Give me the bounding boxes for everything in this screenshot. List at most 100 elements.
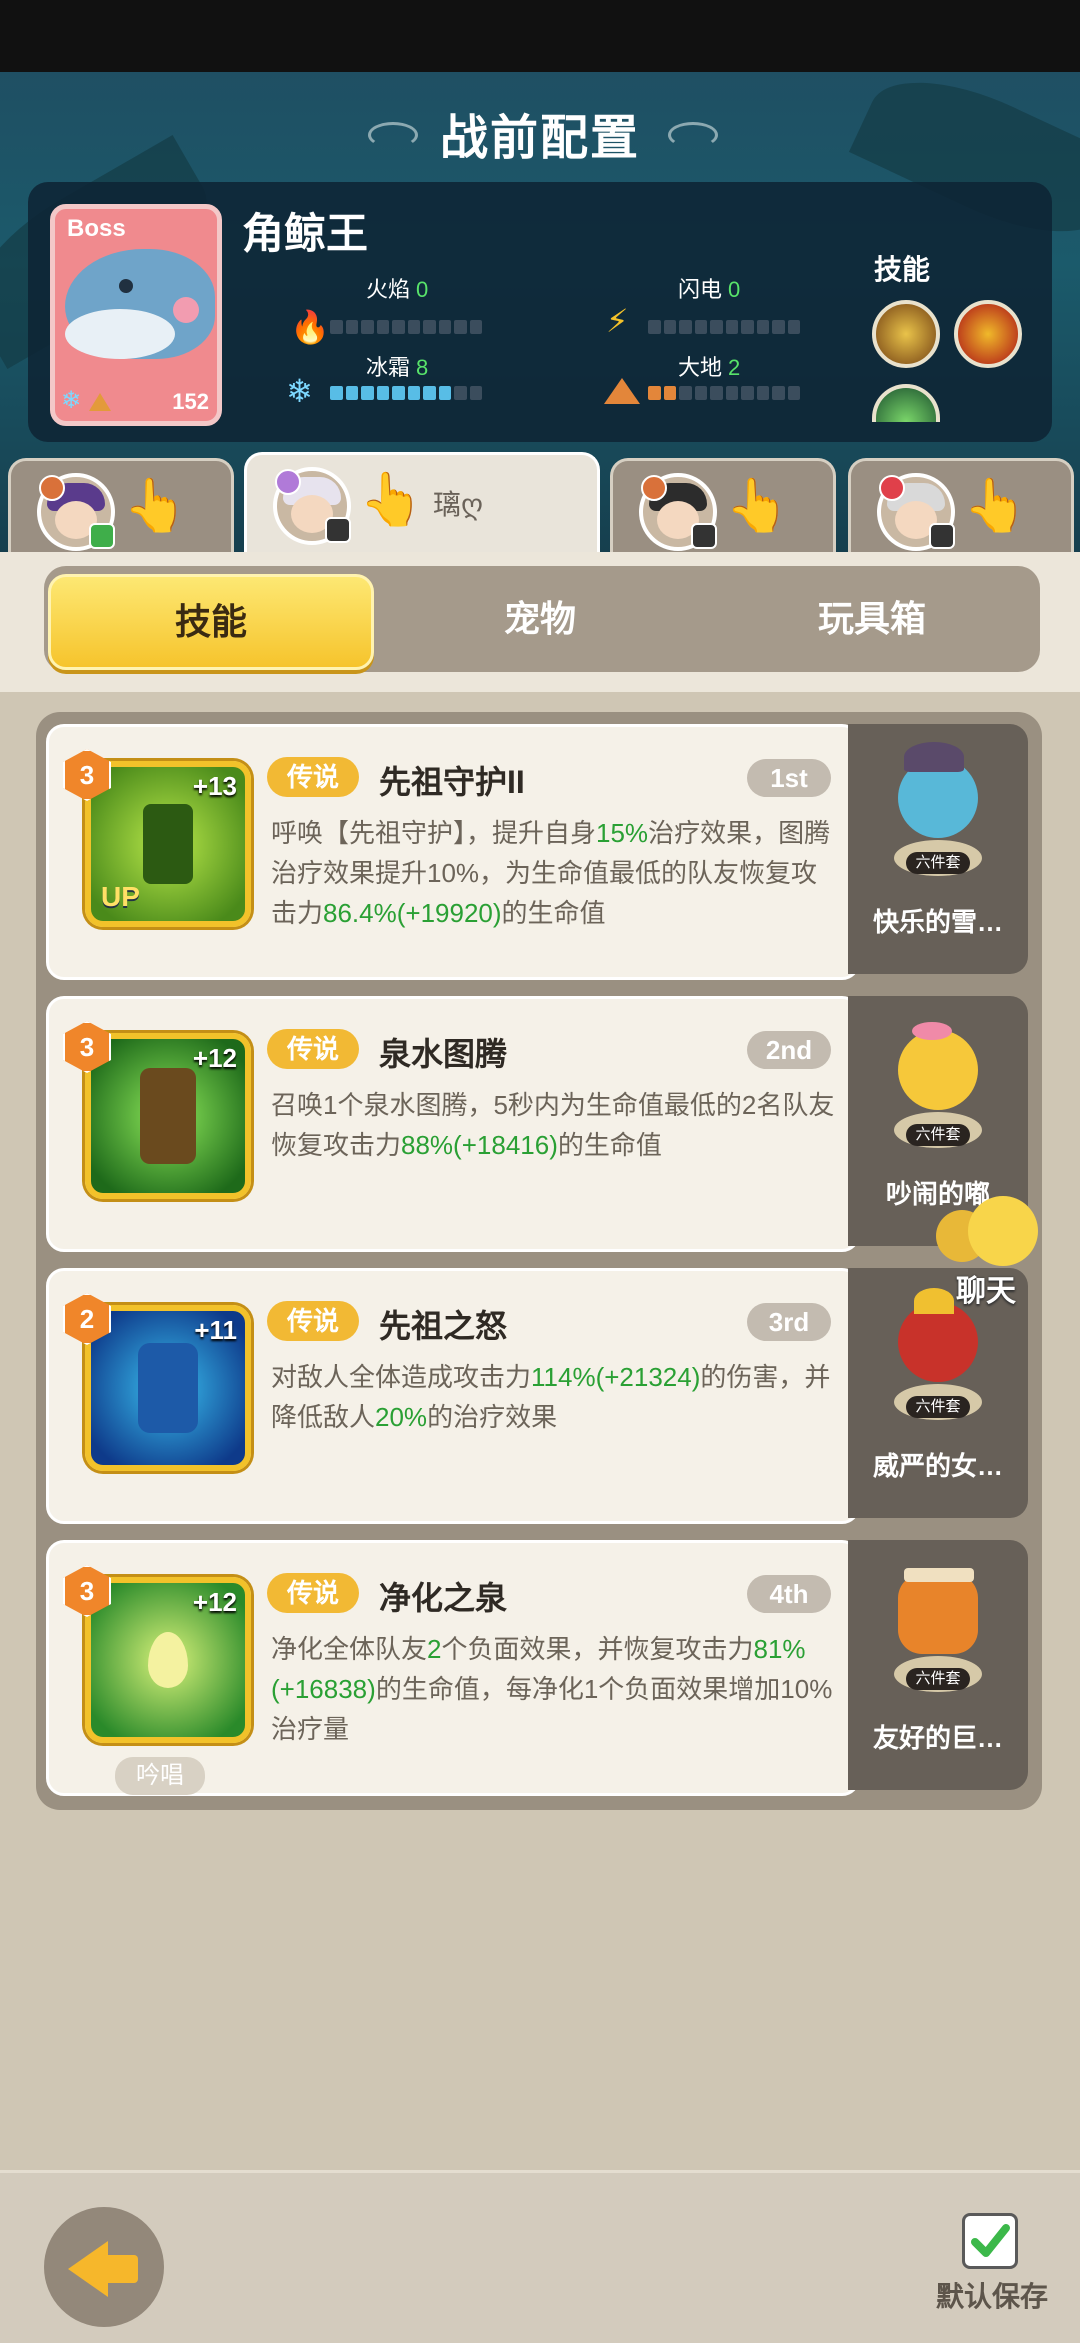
pet-name: 友好的巨… bbox=[872, 1723, 1003, 1753]
hero-avatar-1 bbox=[37, 473, 115, 551]
tab-toybox[interactable]: 玩具箱 bbox=[712, 574, 1032, 664]
skill-card-2[interactable]: +12 3 传说 泉水图腾 2nd 召唤1个泉水图腾，5秒内为生命值最低的2名队… bbox=[46, 996, 860, 1252]
skill-name: 先祖守护II bbox=[379, 764, 525, 800]
rarity-badge: 传说 bbox=[267, 1573, 359, 1613]
skill-bonus: +12 bbox=[192, 1043, 237, 1073]
pet-slot-1[interactable]: 六件套 快乐的雪… bbox=[848, 724, 1028, 974]
frost-stat-icon: ❄ bbox=[286, 373, 313, 409]
totem-shape bbox=[138, 1343, 198, 1433]
earth-icon bbox=[89, 393, 111, 411]
hero-tab-1[interactable]: 👆 bbox=[8, 458, 234, 557]
lightning-icon: ⚡ bbox=[606, 303, 629, 339]
hero-tabs: 👆 👆 璃ღ 👆 👆 bbox=[0, 452, 1080, 559]
checkbox-checked-icon[interactable] bbox=[962, 2213, 1018, 2269]
skill-description: 净化全体队友2个负面效果，并恢复攻击力81%(+16838)的生命值，每净化1个… bbox=[271, 1634, 833, 1744]
rarity-badge: 传说 bbox=[267, 757, 359, 797]
earth-stat-icon bbox=[604, 378, 640, 404]
pet-image: 六件套 bbox=[884, 1020, 992, 1150]
skill-rank: 3rd bbox=[747, 1303, 831, 1341]
bottom-bar: 默认保存 bbox=[0, 2170, 1080, 2343]
frost-icon: ❄ bbox=[61, 387, 82, 414]
tab-pets[interactable]: 宠物 bbox=[380, 574, 700, 664]
chant-tag: 吟唱 bbox=[115, 1757, 205, 1795]
rarity-badge: 传说 bbox=[267, 1301, 359, 1341]
title-ornament-right bbox=[668, 122, 718, 148]
skill-description: 呼唤【先祖守护】，提升自身15%治疗效果，图腾治疗效果提升10%，为生命值最低的… bbox=[271, 818, 831, 928]
skill-bonus: +13 bbox=[192, 771, 237, 801]
set-tag: 六件套 bbox=[906, 1668, 970, 1690]
boss-badge: Boss bbox=[67, 215, 126, 242]
skill-rank: 2nd bbox=[747, 1031, 831, 1069]
pet-slot-4[interactable]: 六件套 友好的巨… bbox=[848, 1540, 1028, 1790]
totem-shape bbox=[140, 1068, 196, 1164]
boss-skill-icon-3[interactable] bbox=[872, 384, 940, 422]
pet-name: 威严的女… bbox=[872, 1451, 1003, 1481]
default-save-toggle[interactable]: 默认保存 bbox=[930, 2213, 1054, 2323]
set-tag: 六件套 bbox=[906, 1396, 970, 1418]
pet-image: 六件套 bbox=[884, 1564, 992, 1694]
stat-lightning-bar bbox=[648, 320, 800, 334]
skill-description: 对敌人全体造成攻击力114%(+21324)的伤害，并降低敌人20%的治疗效果 bbox=[271, 1362, 831, 1432]
pet-image: 六件套 bbox=[884, 1288, 992, 1422]
chat-button[interactable]: 聊天 bbox=[936, 1196, 1064, 1308]
stat-fire-label: 火焰 0 bbox=[366, 277, 429, 302]
chat-icon bbox=[968, 1196, 1038, 1266]
stat-earth-bar bbox=[648, 386, 800, 400]
fire-icon: 🔥 bbox=[290, 309, 330, 345]
save-label: 默认保存 bbox=[935, 2281, 1048, 2312]
tab-skills[interactable]: 技能 bbox=[48, 574, 374, 670]
hero-avatar-2 bbox=[273, 467, 351, 545]
boss-skills-label: 技能 bbox=[874, 254, 931, 285]
skill-rank: 4th bbox=[747, 1575, 831, 1613]
skill-card-3[interactable]: +11 2 传说 先祖之怒 3rd 对敌人全体造成攻击力114%(+21324)… bbox=[46, 1268, 860, 1524]
skill-name: 先祖之怒 bbox=[379, 1308, 508, 1344]
skill-list: +13 UP 3 传说 先祖守护II 1st 呼唤【先祖守护】，提升自身15%治… bbox=[36, 712, 1042, 1810]
pet-name: 快乐的雪… bbox=[872, 907, 1003, 937]
hero-tab-4[interactable]: 👆 bbox=[848, 458, 1074, 557]
boss-skill-icon-1[interactable] bbox=[872, 300, 940, 368]
hero-avatar-4 bbox=[877, 473, 955, 551]
boss-level: 152 bbox=[172, 389, 209, 414]
segment-control: 技能 宠物 玩具箱 bbox=[44, 566, 1040, 672]
skill-card-1[interactable]: +13 UP 3 传说 先祖守护II 1st 呼唤【先祖守护】，提升自身15%治… bbox=[46, 724, 860, 980]
hero-avatar-3 bbox=[639, 473, 717, 551]
skill-bonus: +11 bbox=[194, 1315, 237, 1345]
page-title: 战前配置 bbox=[439, 112, 640, 165]
boss-skill-icon-2[interactable] bbox=[954, 300, 1022, 368]
skill-description: 召唤1个泉水图腾，5秒内为生命值最低的2名队友恢复攻击力88%(+18416)的… bbox=[271, 1090, 835, 1160]
skill-name: 泉水图腾 bbox=[379, 1036, 508, 1072]
hand-icon: 👆 bbox=[963, 477, 1028, 535]
set-tag: 六件套 bbox=[906, 1124, 970, 1146]
skill-card-4[interactable]: +12 3 吟唱 传说 净化之泉 4th 净化全体队友2个负面效果，并恢复攻击力… bbox=[46, 1540, 860, 1796]
droplet-shape bbox=[148, 1632, 188, 1688]
boss-portrait[interactable]: Boss ❄ 152 bbox=[50, 204, 222, 426]
boss-panel: Boss ❄ 152 角鲸王 🔥 火焰 0 ⚡ 闪电 0 ❄ 冰霜 8 大地 2 技能 bbox=[28, 182, 1052, 442]
stat-lightning-label: 闪电 0 bbox=[678, 277, 741, 302]
skill-name: 净化之泉 bbox=[379, 1580, 508, 1616]
hero-tab-name: 璃ღ bbox=[433, 489, 484, 520]
stat-frost-bar bbox=[330, 386, 482, 400]
set-tag: 六件套 bbox=[906, 852, 970, 874]
skill-bonus: +12 bbox=[192, 1587, 237, 1617]
chat-label: 聊天 bbox=[956, 1275, 1016, 1308]
boss-name: 角鲸王 bbox=[242, 210, 369, 257]
stat-fire-bar bbox=[330, 320, 482, 334]
pet-image: 六件套 bbox=[884, 742, 992, 878]
hand-icon: 👆 bbox=[123, 477, 188, 535]
status-bar bbox=[0, 0, 1080, 72]
back-button[interactable] bbox=[44, 2207, 164, 2327]
stat-frost-label: 冰霜 8 bbox=[366, 355, 429, 380]
rarity-badge: 传说 bbox=[267, 1029, 359, 1069]
back-arrow-shaft bbox=[102, 2255, 138, 2283]
totem-shape bbox=[143, 804, 193, 884]
hand-icon: 👆 bbox=[725, 477, 790, 535]
whale-eye bbox=[119, 279, 133, 293]
skill-rank: 1st bbox=[747, 759, 831, 797]
hand-icon: 👆 bbox=[359, 471, 424, 529]
upgrade-label: UP bbox=[101, 881, 140, 912]
stat-earth-label: 大地 2 bbox=[678, 355, 741, 380]
whale-cheek bbox=[173, 297, 199, 323]
hero-tab-3[interactable]: 👆 bbox=[610, 458, 836, 557]
hero-tab-2[interactable]: 👆 璃ღ bbox=[244, 452, 600, 559]
whale-belly bbox=[65, 309, 175, 359]
